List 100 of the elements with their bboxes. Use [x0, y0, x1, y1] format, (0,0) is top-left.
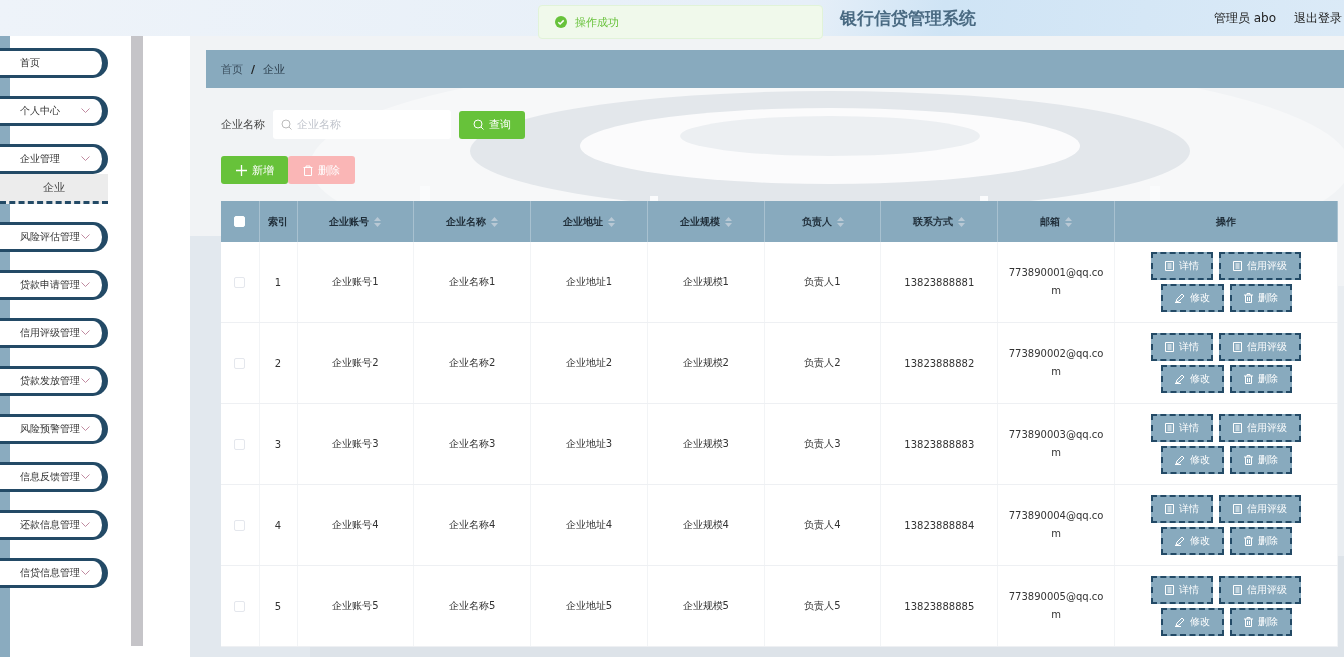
- chevron-down-icon: [81, 234, 90, 240]
- table-cell: 负责人2: [804, 357, 841, 368]
- row-checkbox[interactable]: [234, 357, 246, 369]
- pencil-icon: [1174, 374, 1185, 384]
- menu-item[interactable]: 企业管理: [0, 144, 108, 174]
- table-cell: 13823888882: [904, 357, 975, 369]
- trash-icon: [1243, 536, 1253, 546]
- table-cell: 企业规模5: [682, 600, 729, 611]
- trash-icon: [1243, 374, 1253, 384]
- menu-item[interactable]: 风险评估管理: [0, 222, 108, 252]
- sort-icon[interactable]: [958, 216, 966, 227]
- column-header: 操作: [1216, 214, 1236, 229]
- column-header-cell[interactable]: 企业地址: [530, 201, 648, 242]
- column-header-cell[interactable]: 企业名称: [413, 201, 531, 242]
- sort-icon[interactable]: [836, 216, 844, 227]
- menu-item[interactable]: 个人中心: [0, 96, 108, 126]
- chevron-down-icon: [81, 282, 90, 288]
- edit-button[interactable]: 修改: [1160, 608, 1224, 636]
- menu-item[interactable]: 还款信息管理: [0, 510, 108, 540]
- menu-item[interactable]: 贷款发放管理: [0, 366, 108, 396]
- detail-button[interactable]: 详情: [1151, 252, 1213, 280]
- table-cell: 4: [274, 519, 282, 531]
- table-cell: 企业名称2: [449, 357, 496, 368]
- menu-item[interactable]: 信贷信息管理: [0, 558, 108, 588]
- detail-button[interactable]: 信用评级: [1219, 414, 1301, 442]
- search-label: 企业名称: [221, 117, 265, 132]
- table-cell: 企业地址1: [565, 276, 613, 287]
- column-header: 索引: [268, 214, 288, 229]
- trash-icon: [1243, 293, 1253, 303]
- detail-button[interactable]: 信用评级: [1219, 252, 1301, 280]
- row-checkbox[interactable]: [234, 600, 246, 612]
- edit-button[interactable]: 修改: [1160, 284, 1224, 312]
- breadcrumb-separator: /: [251, 62, 256, 76]
- logout-link[interactable]: 退出登录: [1294, 9, 1342, 27]
- menu-item[interactable]: 风险预警管理: [0, 414, 108, 444]
- chevron-down-icon: [81, 570, 90, 576]
- delete-button[interactable]: 删除: [1229, 365, 1292, 393]
- search-button[interactable]: 查询: [459, 110, 525, 139]
- toast-message: 操作成功: [575, 14, 619, 30]
- table-cell: 企业账号3: [332, 438, 379, 449]
- sort-icon[interactable]: [491, 216, 499, 227]
- table-cell: 企业地址5: [565, 600, 613, 611]
- document-icon: [1165, 504, 1174, 514]
- scrollbar[interactable]: [131, 36, 143, 646]
- table-cell: 773890005@qq.com: [1008, 591, 1104, 620]
- menu-item[interactable]: 首页: [0, 48, 108, 78]
- select-all-checkbox[interactable]: [234, 216, 246, 228]
- document-icon: [1233, 423, 1242, 433]
- table-cell: 企业规模2: [682, 357, 729, 368]
- sort-icon[interactable]: [724, 216, 732, 227]
- row-checkbox[interactable]: [234, 519, 246, 531]
- detail-button[interactable]: 信用评级: [1219, 333, 1301, 361]
- detail-button[interactable]: 详情: [1151, 495, 1213, 523]
- column-header-cell[interactable]: 负责人: [764, 201, 881, 242]
- delete-button[interactable]: 删除: [1229, 527, 1292, 555]
- menu-item[interactable]: 信息反馈管理: [0, 462, 108, 492]
- document-icon: [1233, 585, 1242, 595]
- edit-button[interactable]: 修改: [1160, 527, 1224, 555]
- column-header: 企业地址: [562, 214, 603, 229]
- edit-button[interactable]: 修改: [1160, 365, 1224, 393]
- table-cell: 企业账号1: [332, 276, 379, 287]
- delete-button[interactable]: 删除: [1229, 608, 1292, 636]
- column-header-cell[interactable]: 索引: [259, 201, 297, 242]
- submenu-item[interactable]: 企业: [0, 174, 108, 204]
- table-cell: 企业规模3: [682, 438, 729, 449]
- pencil-icon: [1174, 293, 1185, 303]
- search-icon: [281, 119, 292, 130]
- breadcrumb-link[interactable]: 首页: [221, 61, 243, 77]
- detail-button[interactable]: 详情: [1151, 414, 1213, 442]
- search-icon: [473, 119, 484, 130]
- table-cell: 13823888884: [904, 519, 975, 531]
- table-cell: 企业地址2: [565, 357, 613, 368]
- column-header-cell[interactable]: 企业规模: [647, 201, 765, 242]
- column-header-cell[interactable]: 企业账号: [297, 201, 414, 242]
- detail-button[interactable]: 详情: [1151, 333, 1213, 361]
- sort-icon[interactable]: [607, 216, 615, 227]
- column-header-cell[interactable]: 联系方式: [880, 201, 998, 242]
- sort-icon[interactable]: [1065, 216, 1073, 227]
- sort-icon[interactable]: [374, 216, 382, 227]
- column-header-cell[interactable]: 邮箱: [997, 201, 1115, 242]
- column-header-cell[interactable]: 操作: [1114, 201, 1338, 242]
- detail-button[interactable]: 详情: [1151, 576, 1213, 604]
- detail-button[interactable]: 信用评级: [1219, 495, 1301, 523]
- row-checkbox[interactable]: [234, 276, 246, 288]
- table-cell: 企业规模1: [682, 276, 729, 287]
- add-button[interactable]: 新增: [221, 156, 288, 184]
- row-checkbox[interactable]: [234, 438, 246, 450]
- trash-icon: [1243, 455, 1253, 465]
- table-cell: 企业账号4: [332, 519, 379, 530]
- delete-button[interactable]: 删除: [1229, 284, 1292, 312]
- trash-icon: [303, 164, 313, 176]
- chevron-down-icon: [81, 108, 90, 114]
- delete-button[interactable]: 删除: [1229, 446, 1292, 474]
- menu-item[interactable]: 贷款申请管理: [0, 270, 108, 300]
- breadcrumb-link[interactable]: 企业: [263, 61, 286, 77]
- edit-button[interactable]: 修改: [1160, 446, 1224, 474]
- menu-item[interactable]: 信用评级管理: [0, 318, 108, 348]
- document-icon: [1165, 585, 1174, 595]
- chevron-down-icon: [81, 426, 90, 432]
- detail-button[interactable]: 信用评级: [1219, 576, 1301, 604]
